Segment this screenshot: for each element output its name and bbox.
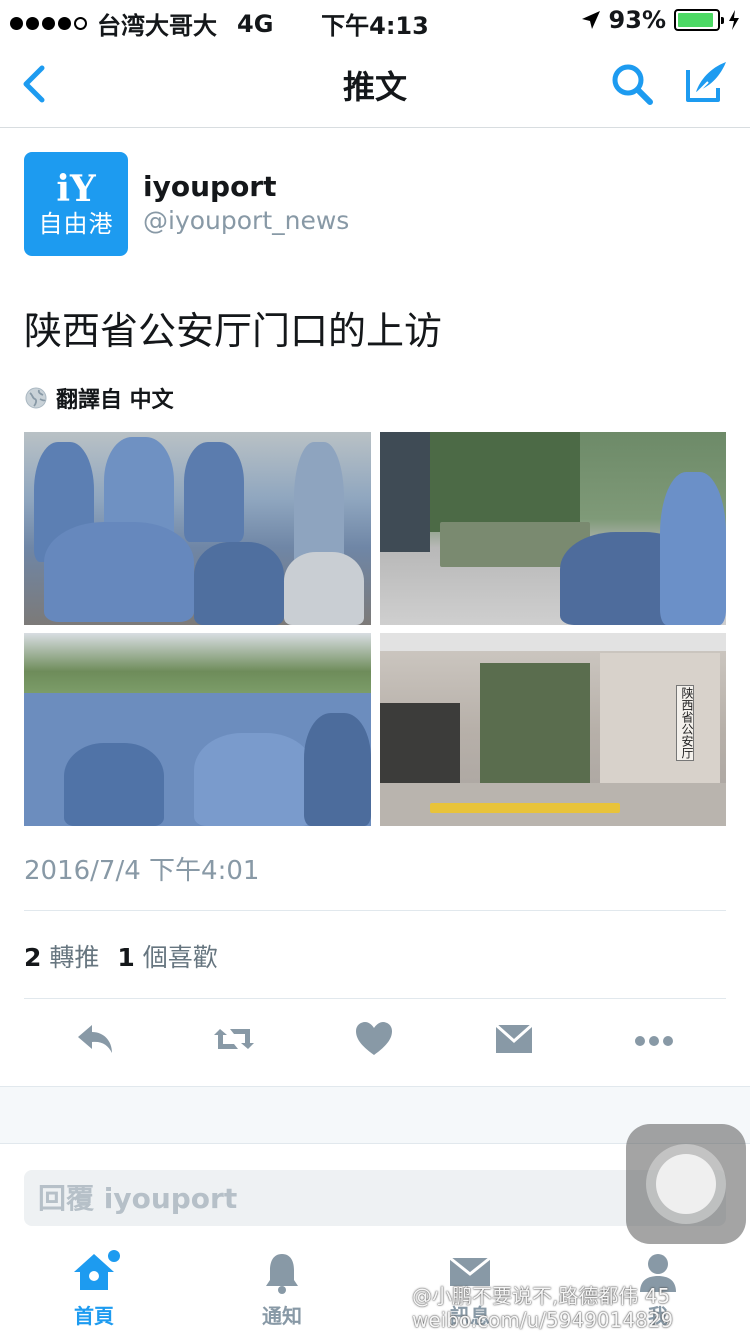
watermark-line-2: weibo.com/u/5949014829 <box>412 1308 674 1332</box>
search-icon[interactable] <box>608 60 656 108</box>
avatar[interactable]: iY 自由港 <box>24 152 128 256</box>
retweets-count: 2 <box>24 943 42 972</box>
tweet-stats: 2 轉推 1 個喜歡 <box>24 938 218 974</box>
translate-link[interactable]: 翻譯自 中文 <box>24 382 174 414</box>
nav-bar: 推文 <box>0 40 750 128</box>
tweet-photo-2[interactable] <box>380 432 726 625</box>
building-sign: 陕西省公安厅 <box>676 685 694 761</box>
message-icon[interactable] <box>490 1015 538 1063</box>
charging-bolt-icon <box>729 10 739 30</box>
watermark-line-1: @小鹏不要说不,路德都伟 45 <box>412 1284 671 1308</box>
bell-icon <box>266 1254 298 1294</box>
reply-icon[interactable] <box>72 1015 120 1063</box>
battery-icon <box>674 9 724 31</box>
retweets-label: 轉推 <box>49 943 100 972</box>
like-icon[interactable] <box>350 1015 398 1063</box>
notification-dot <box>108 1250 120 1262</box>
location-arrow-icon <box>581 11 600 29</box>
globe-icon <box>25 387 47 409</box>
tab-notifications-label: 通知 <box>262 1304 302 1328</box>
tab-home[interactable]: 首頁 <box>34 1248 154 1334</box>
assistive-touch-button[interactable] <box>626 1124 746 1244</box>
tab-home-label: 首頁 <box>74 1304 114 1328</box>
likes-stat[interactable]: 1 個喜歡 <box>117 938 217 974</box>
avatar-logo-subtext: 自由港 <box>38 210 114 238</box>
tweet-photo-1[interactable] <box>24 432 371 625</box>
tweet-timestamp: 2016/7/4 下午4:01 <box>24 856 260 886</box>
likes-label: 個喜歡 <box>142 943 218 972</box>
user-name[interactable]: iyouport <box>143 170 277 203</box>
tweet-photo-4[interactable]: 陕西省公安厅 <box>380 633 726 826</box>
status-bar: 台湾大哥大 4G 下午4:13 93% <box>0 0 750 40</box>
tweet-photo-3[interactable] <box>24 633 371 826</box>
reply-input[interactable] <box>24 1170 726 1226</box>
tweet-text: 陕西省公安厅门口的上访 <box>24 309 443 353</box>
likes-count: 1 <box>117 943 135 972</box>
weibo-watermark: @小鹏不要说不,路德都伟 45 weibo.com/u/5949014829 <box>412 1284 673 1332</box>
divider <box>24 910 726 911</box>
more-icon[interactable] <box>630 1015 678 1063</box>
divider <box>24 998 726 999</box>
translate-label: 翻譯自 中文 <box>56 388 174 413</box>
status-right: 93% <box>581 6 740 34</box>
battery-percent: 93% <box>608 6 666 34</box>
retweet-icon[interactable] <box>210 1015 258 1063</box>
avatar-logo-text: iY <box>56 168 96 210</box>
retweets-stat[interactable]: 2 轉推 <box>24 938 99 974</box>
user-handle[interactable]: @iyouport_news <box>143 206 349 235</box>
compose-icon[interactable] <box>682 58 730 106</box>
tab-notifications[interactable]: 通知 <box>222 1248 342 1334</box>
tweet-actions <box>0 1015 750 1071</box>
